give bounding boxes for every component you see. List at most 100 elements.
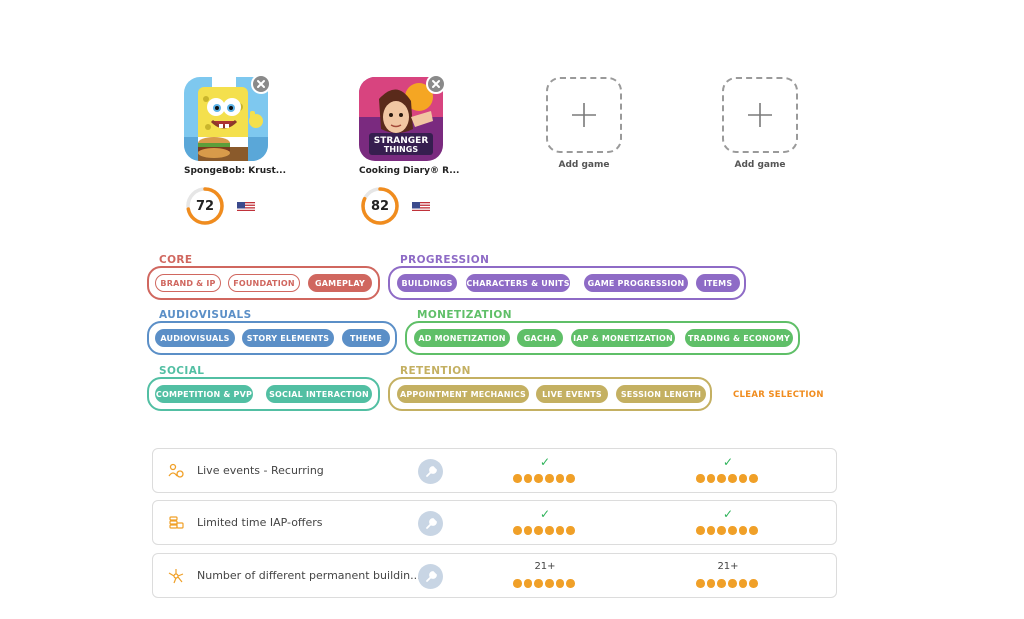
rating-dot (749, 579, 758, 588)
filter-chip-live-events[interactable]: LIVE EVENTS (536, 385, 608, 403)
feature-value: 21+ (534, 561, 556, 572)
filter-group-title-audiovisuals: AUDIOVISUALS (159, 309, 252, 321)
rating-dot (534, 579, 543, 588)
filter-chip-gacha[interactable]: GACHA (517, 329, 563, 347)
rating-dot (717, 579, 726, 588)
filter-chip-buildings[interactable]: BUILDINGS (397, 274, 457, 292)
rating-dot (728, 526, 737, 535)
close-icon (432, 80, 440, 88)
rating-dot (706, 579, 716, 588)
game-2-value: ✓ (688, 453, 768, 489)
confidence-dots (513, 474, 577, 483)
rating-dot (728, 579, 737, 588)
filter-chip-game-progression[interactable]: GAME PROGRESSION (584, 274, 688, 292)
confidence-dots (696, 474, 760, 483)
check-icon: ✓ (722, 507, 734, 521)
wrench-icon (425, 570, 437, 582)
filter-chip-brand-ip[interactable]: BRAND & IP (155, 274, 221, 292)
check-icon: ✓ (539, 507, 551, 521)
info-button[interactable] (418, 564, 443, 589)
game-2-value: 21+ (688, 558, 768, 594)
filter-chip-gameplay[interactable]: GAMEPLAY (308, 274, 372, 292)
rating-dot (513, 526, 522, 535)
rating-dot (728, 474, 737, 483)
feature-row-permanent-buildings: Number of different permanent buildin...… (152, 553, 837, 598)
live-events-icon (168, 463, 184, 478)
filter-chip-audiovisuals[interactable]: AUDIOVISUALS (155, 329, 235, 347)
filter-group-retention: APPOINTMENT MECHANICS LIVE EVENTS SESSIO… (388, 377, 712, 411)
filter-chip-social-interaction[interactable]: SOCIAL INTERACTION (266, 385, 372, 403)
info-button[interactable] (418, 511, 443, 536)
filter-chip-session-length[interactable]: SESSION LENGTH (616, 385, 706, 403)
remove-game-1-button[interactable] (251, 74, 271, 94)
rating-dot (738, 526, 748, 535)
rating-dot (534, 474, 543, 483)
rating-dot (523, 474, 533, 483)
game-name[interactable]: SpongeBob: Krust... (184, 166, 286, 176)
filter-chip-characters-units[interactable]: CHARACTERS & UNITS (466, 274, 570, 292)
filter-chip-iap-monetization[interactable]: IAP & MONETIZATION (571, 329, 675, 347)
game-1-value: ✓ (505, 453, 585, 489)
filter-chip-foundation[interactable]: FOUNDATION (228, 274, 300, 292)
check-icon: ✓ (539, 455, 551, 469)
feature-label: Number of different permanent buildin... (197, 569, 421, 582)
rating-dot (696, 474, 705, 483)
filter-chip-appointment-mechanics[interactable]: APPOINTMENT MECHANICS (397, 385, 529, 403)
check-icon: ✓ (722, 455, 734, 469)
feature-row-limited-iap: Limited time IAP-offers ✓ ✓ (152, 500, 837, 545)
add-game-button[interactable] (722, 77, 798, 153)
rating-dot (706, 526, 716, 535)
info-button[interactable] (418, 459, 443, 484)
filter-group-audiovisuals: AUDIOVISUALS STORY ELEMENTS THEME (147, 321, 397, 355)
us-flag-icon (412, 199, 430, 211)
rating-dot (555, 474, 565, 483)
rating-dot (566, 474, 575, 483)
rating-dot (696, 579, 705, 588)
filter-group-title-progression: PROGRESSION (400, 254, 490, 266)
filter-chip-theme[interactable]: THEME (342, 329, 390, 347)
confidence-dots (513, 526, 577, 535)
filter-chip-items[interactable]: ITEMS (696, 274, 740, 292)
filter-group-social: COMPETITION & PVP SOCIAL INTERACTION (147, 377, 380, 411)
feature-label: Live events - Recurring (197, 464, 324, 477)
rating-dot (706, 474, 716, 483)
filter-group-progression: BUILDINGS CHARACTERS & UNITS GAME PROGRE… (388, 266, 746, 300)
us-flag-icon (237, 199, 255, 211)
add-game-label: Add game (558, 160, 610, 170)
wrench-icon (425, 517, 437, 529)
filter-group-title-retention: RETENTION (400, 365, 471, 377)
filter-chip-trading-economy[interactable]: TRADING & ECONOMY (685, 329, 793, 347)
coins-icon (169, 516, 184, 529)
remove-game-2-button[interactable] (426, 74, 446, 94)
game-name[interactable]: Cooking Diary® R... (359, 166, 459, 176)
feature-row-live-events: Live events - Recurring ✓ ✓ (152, 448, 837, 493)
rating-dot (555, 526, 565, 535)
filter-chip-competition-pvp[interactable]: COMPETITION & PVP (155, 385, 253, 403)
rating-dot (513, 579, 522, 588)
feature-value: 21+ (717, 561, 739, 572)
filter-chip-ad-monetization[interactable]: AD MONETIZATION (414, 329, 510, 347)
rating-dot (545, 579, 554, 588)
rating-dot (717, 526, 726, 535)
rating-dot (555, 579, 565, 588)
score-value: 72 (195, 198, 215, 214)
game-1-value: ✓ (505, 505, 585, 541)
rating-dot (523, 526, 533, 535)
score-value: 82 (370, 198, 390, 214)
rating-dot (566, 526, 575, 535)
confidence-dots (513, 579, 577, 588)
rating-dot (738, 579, 748, 588)
clear-selection-link[interactable]: CLEAR SELECTION (733, 390, 824, 400)
add-game-button[interactable] (546, 77, 622, 153)
filter-chip-story-elements[interactable]: STORY ELEMENTS (242, 329, 334, 347)
rating-dot (545, 474, 554, 483)
game-2-value: ✓ (688, 505, 768, 541)
close-icon (257, 80, 265, 88)
filter-group-title-monetization: MONETIZATION (417, 309, 512, 321)
filter-group-title-core: CORE (159, 254, 193, 266)
rating-dot (696, 526, 705, 535)
rating-dot (513, 474, 522, 483)
confidence-dots (696, 526, 760, 535)
rating-dot (523, 579, 533, 588)
rating-dot (749, 526, 758, 535)
